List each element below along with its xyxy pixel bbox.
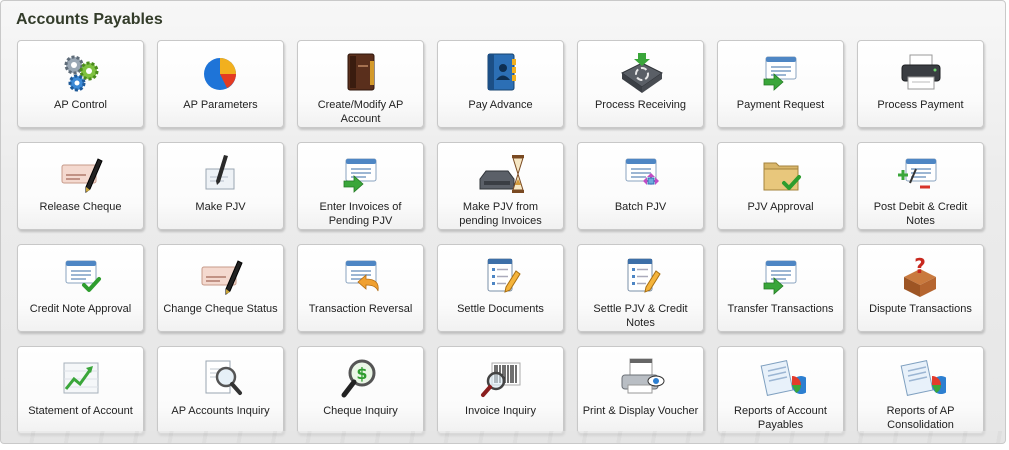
tile-label: Process Payment <box>877 99 964 111</box>
tile-label: Make PJV from pending Invoices <box>459 201 542 227</box>
tile-post-debit-and-credit-notes[interactable]: Post Debit & Credit Notes <box>857 142 984 230</box>
tile-label: Transaction Reversal <box>308 303 413 315</box>
tile-label: Print & Display Voucher <box>582 405 699 417</box>
window-arrow-icon <box>718 49 843 95</box>
tile-reports-of-ap-consolidation[interactable]: Reports of AP Consolidation <box>857 346 984 434</box>
pie-chart-icon <box>158 49 283 95</box>
cheque-pen-icon <box>158 253 283 299</box>
document-magnifier-icon <box>158 355 283 401</box>
printer-icon <box>858 49 983 95</box>
report-chart-icon <box>858 355 983 401</box>
tile-enter-invoices-of-pending-pjv[interactable]: Enter Invoices of Pending PJV <box>297 142 424 230</box>
tile-process-receiving[interactable]: Process Receiving <box>577 40 704 128</box>
checklist-pencil-icon <box>578 253 703 299</box>
tile-release-cheque[interactable]: Release Cheque <box>17 142 144 230</box>
tile-label: Dispute Transactions <box>869 303 972 315</box>
tile-make-pjv-from-pending-invoices[interactable]: Make PJV from pending Invoices <box>437 142 564 230</box>
window-arrow-icon <box>718 253 843 299</box>
tile-label: AP Parameters <box>183 99 258 111</box>
line-chart-icon <box>18 355 143 401</box>
folder-check-icon <box>718 151 843 197</box>
tile-payment-request[interactable]: Payment Request <box>717 40 844 128</box>
window-arrow-icon <box>298 151 423 197</box>
tile-label: PJV Approval <box>747 201 814 213</box>
page-title: Accounts Payables <box>16 11 163 28</box>
cheque-pen-icon <box>18 151 143 197</box>
tile-label: Create/Modify AP Account <box>317 99 404 125</box>
tile-label: Credit Note Approval <box>29 303 132 315</box>
tile-label: AP Control <box>54 99 107 111</box>
pen-paper-icon <box>158 151 283 197</box>
tile-process-payment[interactable]: Process Payment <box>857 40 984 128</box>
tile-ap-accounts-inquiry[interactable]: AP Accounts Inquiry <box>157 346 284 434</box>
tile-pjv-approval[interactable]: PJV Approval <box>717 142 844 230</box>
tile-label: Release Cheque <box>39 201 122 213</box>
tile-label: AP Accounts Inquiry <box>171 405 270 417</box>
floor-decoration <box>1 431 1005 443</box>
tile-batch-pjv[interactable]: Batch PJV <box>577 142 704 230</box>
tile-ap-parameters[interactable]: AP Parameters <box>157 40 284 128</box>
address-book-icon <box>438 49 563 95</box>
question-box-icon: ? <box>858 253 983 299</box>
tile-dispute-transactions[interactable]: ? Dispute Transactions <box>857 244 984 332</box>
tile-label: Reports of AP Consolidation <box>886 405 955 431</box>
tile-label: Make PJV <box>195 201 246 213</box>
window-check-icon <box>18 253 143 299</box>
module-grid: AP Control AP Parameters Create/Modify A… <box>17 40 984 434</box>
tile-statement-of-account[interactable]: Statement of Account <box>17 346 144 434</box>
tile-pay-advance[interactable]: Pay Advance <box>437 40 564 128</box>
tile-reports-of-account-payables[interactable]: Reports of Account Payables <box>717 346 844 434</box>
report-chart-icon <box>718 355 843 401</box>
tile-invoice-inquiry[interactable]: Invoice Inquiry <box>437 346 564 434</box>
tile-label: Enter Invoices of Pending PJV <box>319 201 402 227</box>
tile-print-and-display-voucher[interactable]: Print & Display Voucher <box>577 346 704 434</box>
window-move-icon <box>578 151 703 197</box>
tile-settle-pjv-and-credit-notes[interactable]: Settle PJV & Credit Notes <box>577 244 704 332</box>
tile-label: Settle Documents <box>457 303 544 315</box>
inbox-hourglass-icon <box>438 151 563 197</box>
accounts-payables-panel: Accounts Payables AP Control AP Paramete… <box>0 0 1006 444</box>
tile-label: Pay Advance <box>468 99 533 111</box>
tile-credit-note-approval[interactable]: Credit Note Approval <box>17 244 144 332</box>
tile-label: Transfer Transactions <box>727 303 834 315</box>
tile-label: Process Receiving <box>594 99 687 111</box>
svg-text:$: $ <box>356 364 367 383</box>
plus-minus-icon <box>858 151 983 197</box>
tile-create-modify-ap-account[interactable]: Create/Modify AP Account <box>297 40 424 128</box>
tile-label: Batch PJV <box>614 201 667 213</box>
tile-label: Invoice Inquiry <box>465 405 536 417</box>
dollar-magnifier-icon: $ <box>298 355 423 401</box>
tile-make-pjv[interactable]: Make PJV <box>157 142 284 230</box>
tile-label: Change Cheque Status <box>163 303 278 315</box>
tile-label: Settle PJV & Credit Notes <box>593 303 688 329</box>
ledger-book-icon <box>298 49 423 95</box>
tile-transaction-reversal[interactable]: Transaction Reversal <box>297 244 424 332</box>
tile-label: Post Debit & Credit Notes <box>873 201 968 227</box>
tile-transfer-transactions[interactable]: Transfer Transactions <box>717 244 844 332</box>
checklist-pencil-icon <box>438 253 563 299</box>
tile-label: Payment Request <box>736 99 825 111</box>
tile-cheque-inquiry[interactable]: $ Cheque Inquiry <box>297 346 424 434</box>
tile-label: Reports of Account Payables <box>734 405 827 431</box>
tile-label: Statement of Account <box>28 405 133 417</box>
invoice-printer-eye-icon <box>578 355 703 401</box>
tile-settle-documents[interactable]: Settle Documents <box>437 244 564 332</box>
tile-ap-control[interactable]: AP Control <box>17 40 144 128</box>
window-undo-icon <box>298 253 423 299</box>
svg-text:?: ? <box>914 254 926 278</box>
barcode-magnifier-icon <box>438 355 563 401</box>
recycle-box-icon <box>578 49 703 95</box>
tile-label: Cheque Inquiry <box>323 405 398 417</box>
gears-icon <box>18 49 143 95</box>
tile-change-cheque-status[interactable]: Change Cheque Status <box>157 244 284 332</box>
